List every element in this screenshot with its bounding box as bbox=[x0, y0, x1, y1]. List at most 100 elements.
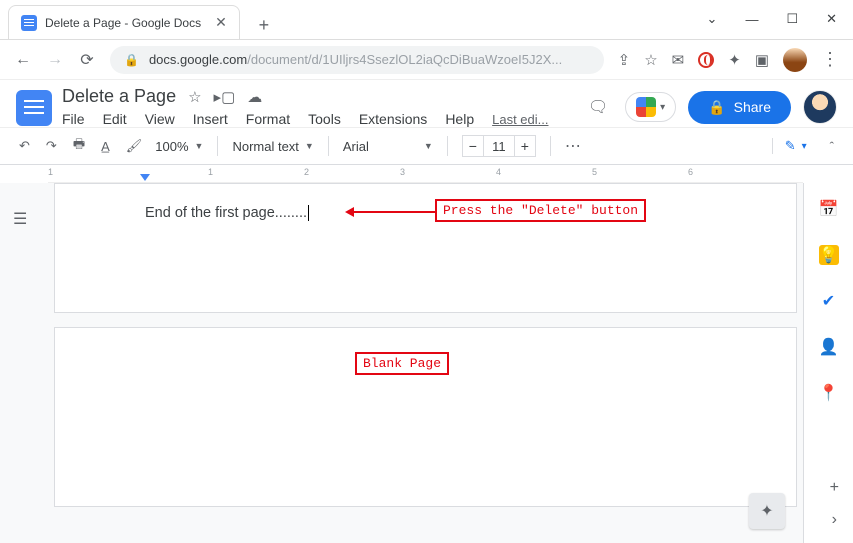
tab-close-icon[interactable]: ✕ bbox=[215, 14, 227, 31]
window-close-icon[interactable]: ✕ bbox=[826, 11, 837, 27]
toolbar-more-icon[interactable]: ⋯ bbox=[565, 136, 583, 156]
url-text: docs.google.com/document/d/1UIljrs4Ssezl… bbox=[149, 52, 562, 67]
ruler-tick: 2 bbox=[304, 167, 309, 177]
star-doc-icon[interactable]: ☆ bbox=[188, 88, 201, 106]
docs-header: Delete a Page ☆ ▸▢ ☁ File Edit View Inse… bbox=[0, 80, 853, 127]
document-title[interactable]: Delete a Page bbox=[62, 86, 176, 107]
nav-back-icon[interactable]: ← bbox=[14, 51, 32, 69]
calendar-icon[interactable]: 📅 bbox=[819, 199, 839, 219]
document-canvas: ☰ End of the first page........ Press th… bbox=[0, 183, 853, 543]
extensions-icon[interactable]: ✦ bbox=[728, 51, 741, 69]
mail-icon[interactable]: ✉ bbox=[672, 51, 685, 69]
document-outline-icon[interactable]: ☰ bbox=[13, 209, 35, 231]
menu-help[interactable]: Help bbox=[445, 111, 474, 127]
window-minimize-icon[interactable]: — bbox=[745, 12, 758, 27]
pen-icon: ✎ bbox=[785, 138, 796, 154]
docs-menubar: File Edit View Insert Format Tools Exten… bbox=[62, 111, 573, 127]
docs-toolbar: ↶ ↷ 🖶 A̲ 🖌 100%▼ Normal text▼ Arial▼ − 1… bbox=[0, 127, 853, 165]
print-icon[interactable]: 🖶 bbox=[70, 135, 88, 157]
chrome-titlebar: Delete a Page - Google Docs ✕ + ⌄ — ☐ ✕ bbox=[0, 0, 853, 40]
text-cursor bbox=[308, 205, 309, 221]
collapse-sidepanel-icon[interactable]: › bbox=[832, 511, 837, 529]
nav-reload-icon[interactable]: ⟳ bbox=[78, 50, 96, 70]
redo-icon[interactable]: ↷ bbox=[43, 138, 60, 154]
font-size-stepper: − 11 + bbox=[462, 135, 536, 157]
menu-insert[interactable]: Insert bbox=[193, 111, 228, 127]
maps-icon[interactable]: 📍 bbox=[819, 383, 839, 403]
sidepanel-icon[interactable]: ▣ bbox=[755, 51, 769, 69]
lock-share-icon: 🔒 bbox=[708, 99, 725, 116]
annotation-arrow-head bbox=[345, 207, 354, 217]
docs-logo-icon[interactable] bbox=[16, 90, 52, 126]
annotation-delete-hint: Press the "Delete" button bbox=[435, 199, 646, 222]
toolbar-separator bbox=[447, 136, 448, 156]
keep-icon[interactable]: 💡 bbox=[819, 245, 839, 265]
account-avatar[interactable] bbox=[803, 90, 837, 124]
move-doc-icon[interactable]: ▸▢ bbox=[214, 88, 236, 106]
share-label: Share bbox=[734, 99, 771, 115]
share-button[interactable]: 🔒 Share bbox=[688, 91, 791, 124]
horizontal-ruler[interactable]: 1 1 2 3 4 5 6 bbox=[48, 165, 803, 183]
zoom-value: 100% bbox=[155, 139, 188, 154]
toolbar-separator bbox=[217, 136, 218, 156]
meet-button[interactable]: ▾ bbox=[625, 92, 676, 122]
menu-extensions[interactable]: Extensions bbox=[359, 111, 427, 127]
window-maximize-icon[interactable]: ☐ bbox=[786, 11, 798, 27]
share-page-icon[interactable]: ⇪ bbox=[618, 51, 631, 69]
style-select[interactable]: Normal text▼ bbox=[232, 139, 313, 154]
contacts-icon[interactable]: 👤 bbox=[819, 337, 839, 357]
ruler-tick: 1 bbox=[208, 167, 213, 177]
meet-icon bbox=[636, 97, 656, 117]
side-panel: 📅 💡 ✔ 👤 📍 bbox=[803, 183, 853, 543]
url-input[interactable]: 🔒 docs.google.com/document/d/1UIljrs4Sse… bbox=[110, 46, 604, 74]
explore-button[interactable]: ✦ bbox=[749, 493, 785, 529]
toolbar-separator bbox=[550, 136, 551, 156]
ruler-tick: 1 bbox=[48, 167, 53, 177]
font-size-increase[interactable]: + bbox=[514, 135, 536, 157]
addons-icon[interactable]: + bbox=[830, 479, 839, 497]
tab-title: Delete a Page - Google Docs bbox=[45, 16, 201, 30]
style-value: Normal text bbox=[232, 139, 298, 154]
page1-text[interactable]: End of the first page........ bbox=[145, 205, 307, 221]
ruler-tick: 3 bbox=[400, 167, 405, 177]
cloud-status-icon[interactable]: ☁ bbox=[247, 88, 262, 106]
caret-down-icon: ▾ bbox=[660, 102, 665, 113]
menu-view[interactable]: View bbox=[145, 111, 175, 127]
chrome-profile-avatar[interactable] bbox=[783, 48, 807, 72]
new-tab-button[interactable]: + bbox=[250, 11, 278, 39]
tasks-icon[interactable]: ✔ bbox=[819, 291, 839, 311]
docs-favicon bbox=[21, 15, 37, 31]
annotation-arrow-line bbox=[354, 211, 436, 213]
nav-forward-icon[interactable]: → bbox=[46, 51, 64, 69]
chrome-address-bar: ← → ⟳ 🔒 docs.google.com/document/d/1UIlj… bbox=[0, 40, 853, 80]
ruler-tick: 6 bbox=[688, 167, 693, 177]
url-host: docs.google.com bbox=[149, 52, 247, 67]
menu-tools[interactable]: Tools bbox=[308, 111, 341, 127]
font-size-value[interactable]: 11 bbox=[484, 135, 514, 157]
opera-extension-icon[interactable] bbox=[698, 52, 714, 68]
star-icon[interactable]: ☆ bbox=[644, 51, 657, 69]
collapse-toolbar-icon[interactable]: ˆ bbox=[827, 139, 837, 154]
editing-mode-button[interactable]: ✎ ▾ bbox=[772, 138, 807, 154]
document-page-2[interactable]: Blank Page bbox=[54, 327, 797, 507]
chevron-down-icon[interactable]: ⌄ bbox=[707, 11, 718, 27]
chrome-menu-icon[interactable]: ⋮ bbox=[821, 49, 839, 70]
spellcheck-icon[interactable]: A̲ bbox=[98, 139, 113, 154]
url-path: /document/d/1UIljrs4SsezlOL2iaQcDiBuaWzo… bbox=[247, 52, 562, 67]
indent-marker-icon[interactable] bbox=[140, 174, 150, 181]
menu-file[interactable]: File bbox=[62, 111, 85, 127]
document-page-1[interactable]: End of the first page........ Press the … bbox=[54, 183, 797, 313]
ruler-tick: 4 bbox=[496, 167, 501, 177]
ruler-tick: 5 bbox=[592, 167, 597, 177]
browser-tab[interactable]: Delete a Page - Google Docs ✕ bbox=[8, 5, 240, 39]
menu-format[interactable]: Format bbox=[246, 111, 290, 127]
menu-edit[interactable]: Edit bbox=[103, 111, 127, 127]
lock-icon: 🔒 bbox=[124, 53, 139, 67]
paint-format-icon[interactable]: 🖌 bbox=[123, 138, 146, 154]
font-select[interactable]: Arial▼ bbox=[343, 139, 433, 154]
last-edit-link[interactable]: Last edi... bbox=[492, 112, 548, 127]
comment-history-icon[interactable]: 🗨 bbox=[583, 93, 613, 121]
undo-icon[interactable]: ↶ bbox=[16, 138, 33, 154]
zoom-select[interactable]: 100%▼ bbox=[155, 139, 203, 154]
font-size-decrease[interactable]: − bbox=[462, 135, 484, 157]
